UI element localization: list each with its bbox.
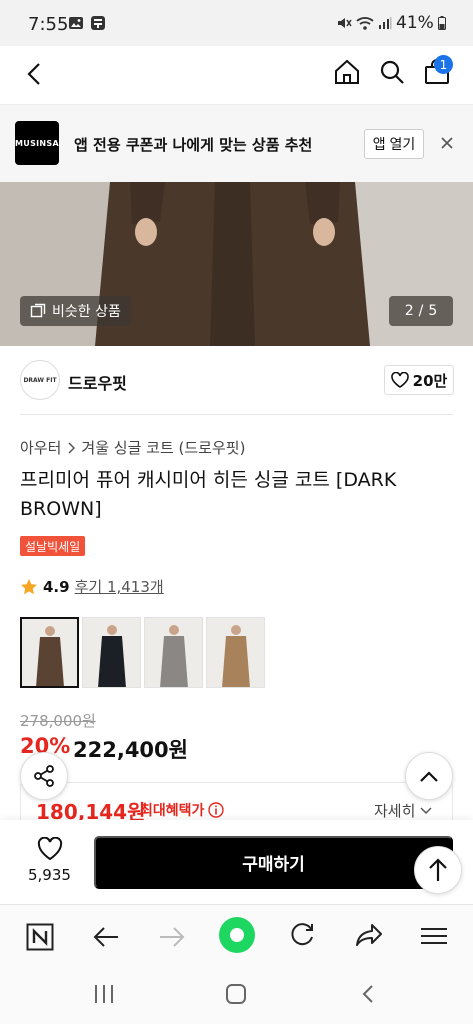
back-arrow-icon[interactable] <box>24 61 46 87</box>
system-nav-bar <box>0 966 473 1024</box>
signal-icon <box>378 16 392 30</box>
refresh-icon[interactable] <box>288 921 316 949</box>
system-back-icon[interactable] <box>360 984 376 1004</box>
home-button-icon[interactable] <box>225 984 247 1004</box>
total-pages: 5 <box>428 303 438 319</box>
browser-toolbar <box>0 904 473 966</box>
similar-label: 비슷한 상품 <box>52 304 121 320</box>
app-notification-icon <box>90 15 106 31</box>
cart-count-badge: 1 <box>434 55 453 74</box>
gallery-icon <box>68 15 84 31</box>
breadcrumb-subcategory[interactable]: 겨울 싱글 코트 (드로우핏) <box>81 437 245 458</box>
breadcrumb-category[interactable]: 아우터 <box>20 437 61 458</box>
original-price: 278,000원 <box>20 712 96 730</box>
divider <box>20 414 453 415</box>
naver-icon[interactable] <box>26 923 54 951</box>
chevron-right-icon <box>67 441 76 454</box>
status-bar: 7:55 41% <box>0 0 473 46</box>
status-time: 7:55 <box>28 14 69 35</box>
similar-icon <box>30 303 46 319</box>
review-link[interactable]: 후기 1,413개 <box>75 576 164 597</box>
musinsa-logo: MUSINSA <box>15 121 59 165</box>
buy-button[interactable]: 구매하기 <box>94 836 453 889</box>
brand-like-count: 20만 <box>412 371 448 390</box>
browser-back-icon[interactable] <box>92 923 120 951</box>
wishlist-count: 5,935 <box>28 866 71 884</box>
detail-label: 자세히 <box>374 802 416 820</box>
color-thumb-dark-brown[interactable] <box>20 617 79 688</box>
max-benefit-label: 최대혜택가 <box>140 800 225 820</box>
star-icon <box>20 578 38 596</box>
browser-forward-icon[interactable] <box>158 923 186 951</box>
open-app-button[interactable]: 앱 열기 <box>364 129 424 159</box>
search-icon[interactable] <box>378 58 406 86</box>
scroll-up-button[interactable] <box>405 752 453 800</box>
chevron-up-icon <box>419 769 439 783</box>
color-options <box>20 617 265 688</box>
heart-icon <box>390 372 409 388</box>
app-banner: MUSINSA 앱 전용 쿠폰과 나에게 맞는 상품 추천 앱 열기 <box>0 104 473 182</box>
product-image-carousel[interactable]: 비슷한 상품 2 / 5 <box>0 182 473 346</box>
color-thumb-camel[interactable] <box>206 617 265 688</box>
color-thumb-black[interactable] <box>82 617 141 688</box>
browser-green-dot-icon[interactable] <box>219 917 255 953</box>
menu-icon[interactable] <box>420 925 448 947</box>
battery-icon <box>437 16 446 30</box>
arrow-up-icon <box>427 857 449 883</box>
breadcrumb: 아우터 겨울 싱글 코트 (드로우핏) <box>20 437 245 458</box>
max-benefit-text: 최대혜택가 <box>140 803 205 819</box>
sale-badge: 설날빅세일 <box>20 536 86 556</box>
product-title: 프리미어 퓨어 캐시미어 히든 싱글 코트 [DARK BROWN] <box>20 469 397 520</box>
rating-row: 4.9 후기 1,413개 <box>20 576 164 597</box>
image-page-indicator: 2 / 5 <box>389 296 453 326</box>
battery-text: 41% <box>396 13 434 33</box>
share-button[interactable] <box>20 752 68 800</box>
brand-like-button[interactable]: 20만 <box>384 365 454 395</box>
recent-apps-icon[interactable] <box>93 984 115 1004</box>
current-page: 2 <box>404 303 414 319</box>
share-icon <box>32 764 56 788</box>
home-icon[interactable] <box>333 58 361 86</box>
brand-name[interactable]: 드로우핏 <box>68 370 127 394</box>
app-header: 1 <box>0 46 473 104</box>
similar-products-button[interactable]: 비슷한 상품 <box>20 296 131 326</box>
scroll-top-button[interactable] <box>414 846 462 894</box>
rating-score: 4.9 <box>43 577 70 596</box>
sale-price: 222,400원 <box>73 738 188 762</box>
mute-icon <box>336 15 352 31</box>
close-icon[interactable] <box>440 136 454 150</box>
share-forward-icon[interactable] <box>354 921 384 949</box>
banner-message: 앱 전용 쿠폰과 나에게 맞는 상품 추천 <box>74 136 313 154</box>
benefit-detail-toggle[interactable]: 자세히 <box>374 800 432 821</box>
brand-logo[interactable]: DRAW FIT <box>20 360 60 400</box>
info-icon[interactable] <box>208 802 225 818</box>
chevron-down-icon <box>420 806 432 815</box>
wishlist-heart-icon[interactable] <box>37 837 63 861</box>
page-separator: / <box>418 303 424 319</box>
wifi-icon <box>356 15 374 31</box>
color-thumb-gray[interactable] <box>144 617 203 688</box>
thumb-coat <box>36 637 64 686</box>
